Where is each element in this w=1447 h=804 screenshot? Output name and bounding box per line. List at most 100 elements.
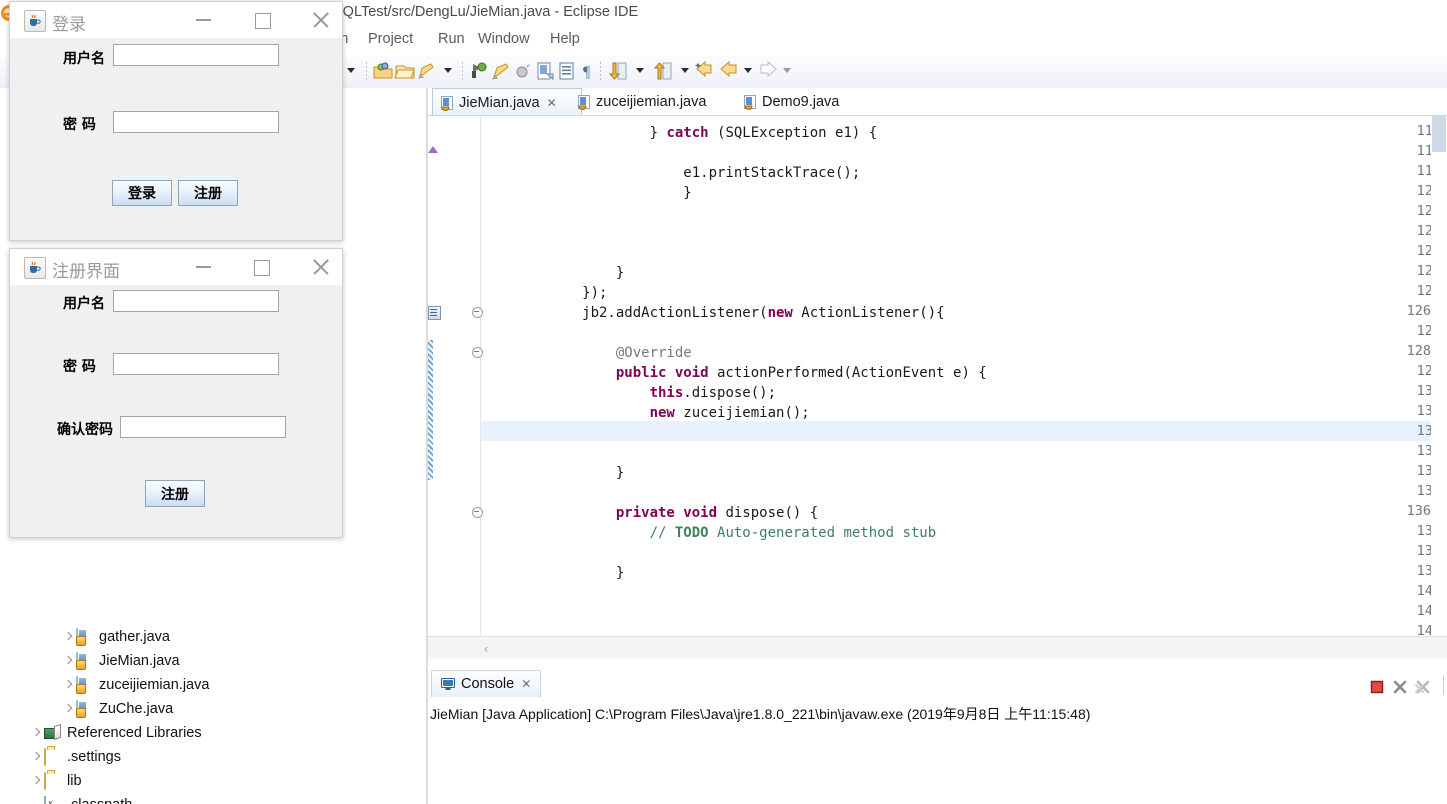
tree-item-referenced-libraries[interactable]: Referenced Libraries <box>28 721 202 745</box>
new-wizard-icon[interactable] <box>372 60 394 82</box>
expand-arrow-icon[interactable] <box>60 629 76 645</box>
tab-zuceijiemian-java[interactable]: zuceijiemian.java <box>570 88 744 116</box>
back-arrow-icon[interactable] <box>744 68 752 73</box>
open-folder-icon[interactable] <box>394 60 416 82</box>
tab-jiemian-java[interactable]: JieMian.java ✕ <box>432 88 582 117</box>
todo-task-marker-icon <box>428 306 441 320</box>
code-line: e1.printStackTrace(); <box>481 165 861 181</box>
tree-item-zuche-java[interactable]: ZuChe.java <box>60 697 173 721</box>
terminate-icon[interactable] <box>1369 679 1385 695</box>
expand-arrow-icon[interactable] <box>28 749 44 765</box>
expand-arrow-icon[interactable] <box>28 773 44 789</box>
library-icon <box>44 725 62 741</box>
menu-project[interactable]: Project <box>364 30 417 48</box>
login-button[interactable]: 登录 <box>112 180 172 206</box>
password-input[interactable] <box>113 111 279 133</box>
username-label: 用户名 <box>63 51 105 67</box>
tree-item-lib[interactable]: lib <box>28 769 82 793</box>
close-icon[interactable]: ✕ <box>521 677 531 691</box>
save-dropdown-arrow-icon[interactable] <box>444 68 452 73</box>
username-input[interactable] <box>113 290 279 312</box>
editor-horizontal-scrollbar[interactable]: ‹ <box>428 636 1447 659</box>
tree-item-label: gather.java <box>99 628 170 645</box>
register-dialog[interactable]: 注册界面 用户名 密 码 确认密码 注册 <box>9 248 343 538</box>
java-file-icon <box>441 95 454 111</box>
code-lines: } catch (SQLException e1) { e1.printStac… <box>481 116 1447 636</box>
code-line: }); <box>481 285 608 301</box>
previous-annotation-arrow-icon[interactable] <box>681 68 689 73</box>
console-output-line: JieMian [Java Application] C:\Program Fi… <box>430 706 1091 722</box>
minimize-button[interactable] <box>196 19 211 21</box>
ide-window-title: SQLTest/src/DengLu/JieMian.java - Eclips… <box>333 4 639 20</box>
register-button[interactable]: 注册 <box>178 180 238 206</box>
confirm-password-input[interactable] <box>120 416 286 438</box>
next-annotation-arrow-icon[interactable] <box>636 68 644 73</box>
scroll-left-chevron-icon[interactable]: ‹ <box>484 641 488 656</box>
password-input[interactable] <box>113 353 279 375</box>
maximize-button[interactable] <box>255 13 271 29</box>
tree-item-jiemian-java[interactable]: JieMian.java <box>60 649 180 673</box>
menu-help[interactable]: Help <box>546 30 584 48</box>
expand-arrow-icon[interactable] <box>60 701 76 717</box>
dropdown-arrow-icon[interactable] <box>347 68 355 73</box>
editor-vertical-scrollbar[interactable] <box>1431 116 1447 636</box>
tree-item-classpath[interactable]: x .classpath <box>44 793 132 804</box>
console-output-area[interactable]: JieMian [Java Application] C:\Program Fi… <box>428 697 1447 804</box>
tree-item-label: JieMian.java <box>99 652 180 669</box>
override-marker-icon <box>428 146 438 153</box>
remove-all-terminated-icon[interactable] <box>1415 679 1431 695</box>
forward-icon[interactable] <box>757 60 779 82</box>
login-dialog[interactable]: 登录 用户名 密 码 登录 注册 <box>9 1 343 241</box>
previous-annotation-icon[interactable] <box>652 60 674 82</box>
close-button[interactable] <box>311 257 331 277</box>
tree-item-zuceijiemian-java[interactable]: zuceijiemian.java <box>60 673 209 697</box>
username-input[interactable] <box>113 44 279 66</box>
scrollbar-thumb[interactable] <box>1432 116 1446 152</box>
tree-item-label: .classpath <box>67 797 132 804</box>
menu-run[interactable]: Run <box>434 30 469 48</box>
java-file-icon <box>578 94 591 110</box>
code-line: } <box>481 185 692 201</box>
close-icon[interactable]: ✕ <box>547 96 557 110</box>
password-label: 密 码 <box>63 359 96 375</box>
console-view: Console ✕ JieMian [Java Application] C:\… <box>428 664 1447 804</box>
save-icon[interactable] <box>416 60 438 82</box>
back-icon[interactable] <box>718 60 740 82</box>
last-edit-location-icon[interactable] <box>694 60 716 82</box>
run-external-icon[interactable] <box>512 60 534 82</box>
line-number-gutter <box>428 116 483 636</box>
tab-console[interactable]: Console ✕ <box>431 670 542 697</box>
tab-demo9-java[interactable]: Demo9.java <box>736 88 867 116</box>
remove-launch-icon[interactable] <box>1392 679 1408 695</box>
close-button[interactable] <box>311 10 331 30</box>
menu-window[interactable]: Window <box>474 30 534 48</box>
new-java-class-icon[interactable] <box>534 60 556 82</box>
tree-item-settings[interactable]: .settings <box>28 745 121 769</box>
minimize-button[interactable] <box>196 266 211 268</box>
run-icon[interactable] <box>490 60 512 82</box>
maximize-button[interactable] <box>254 260 270 276</box>
code-line: public void actionPerformed(ActionEvent … <box>615 365 987 381</box>
expand-arrow-icon[interactable] <box>60 653 76 669</box>
forward-arrow-icon[interactable] <box>783 68 791 73</box>
register-dialog-title-bar: 注册界面 <box>10 249 342 285</box>
console-tab-strip: Console ✕ <box>428 670 1447 703</box>
expand-arrow-icon[interactable] <box>28 725 44 741</box>
debug-icon[interactable] <box>468 60 490 82</box>
tree-item-gather-java[interactable]: gather.java <box>60 625 170 649</box>
console-icon <box>441 677 455 691</box>
expand-arrow-icon[interactable] <box>60 677 76 693</box>
open-type-icon[interactable] <box>556 60 578 82</box>
code-editor[interactable]: 117 118 119 120 121 122 123 124 125 126 127 128 129 1… <box>428 116 1447 636</box>
paragraph-mark-icon[interactable]: ¶ <box>578 60 600 82</box>
code-line: private void dispose() { <box>615 505 819 521</box>
next-annotation-icon[interactable] <box>607 60 629 82</box>
java-file-icon <box>76 628 94 646</box>
register-submit-button[interactable]: 注册 <box>145 480 205 507</box>
